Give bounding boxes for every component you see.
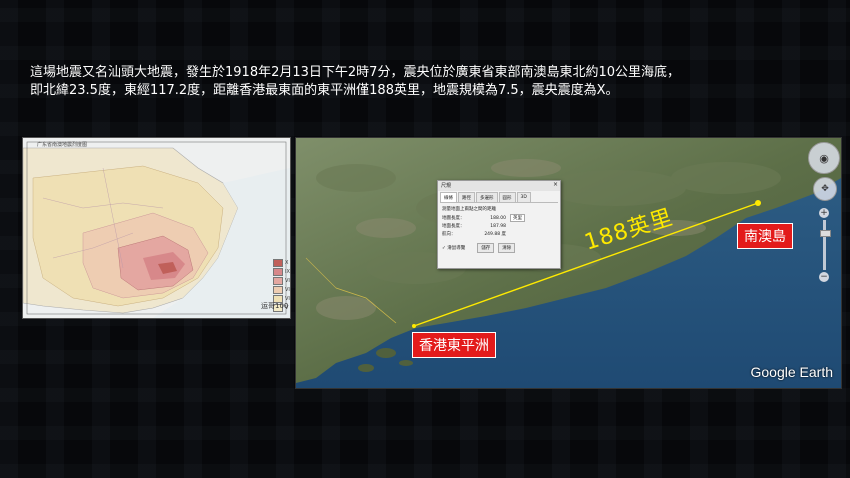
map-watermark: 运哥100 (261, 302, 289, 310)
heading-label: 航向： (442, 232, 456, 237)
legend-swatch (273, 276, 283, 285)
mouse-nav-checkbox[interactable]: ✓ 滑鼠導覽 (442, 245, 465, 251)
unit-select[interactable]: 英里 (510, 214, 525, 222)
zoom-out-button[interactable]: − (819, 272, 829, 282)
zoom-in-button[interactable]: + (819, 208, 829, 218)
ruler-footer: ✓ 滑鼠導覽 儲存 清除 (442, 243, 556, 253)
satellite-terrain (296, 138, 841, 388)
eye-icon: ◉ (819, 151, 829, 165)
ruler-tabs: 線條 路徑 多邊形 圓形 3D (440, 192, 558, 203)
heading-row: 航向： 249.88 度 (442, 231, 556, 237)
ruler-dialog-title: 尺規 (441, 183, 452, 189)
ground-length-row: 地面長度： 187.98 (442, 223, 556, 230)
legend-row: X (273, 258, 290, 267)
move-control[interactable]: ✥ (813, 177, 837, 201)
tab-3d[interactable]: 3D (516, 192, 531, 202)
legend-row: VIII (273, 276, 290, 285)
tab-path[interactable]: 路徑 (458, 192, 475, 202)
zoom-slider[interactable]: + − (819, 208, 831, 283)
ruler-dialog[interactable]: 尺規 × 線條 路徑 多邊形 圓形 3D 測量地面上兩點之間的距離 地圖長度： … (437, 180, 561, 269)
ruler-description: 測量地面上兩點之間的距離 (442, 207, 496, 212)
heading-value: 249.88 度 (484, 232, 506, 237)
legend-swatch (273, 267, 283, 276)
google-earth-view[interactable]: Google Earth (295, 137, 842, 389)
description-line-2: 即北緯23.5度，東經117.2度，距離香港最東面的東平洲僅188英里，地震規模… (30, 83, 619, 98)
ground-length-label: 地面長度： (442, 224, 465, 229)
place-label-nanao: 南澳島 (737, 223, 793, 249)
tab-polygon[interactable]: 多邊形 (476, 192, 498, 202)
mouse-nav-label: 滑鼠導覽 (447, 246, 466, 251)
legend-label: IX (285, 268, 290, 275)
ruler-dialog-titlebar[interactable]: 尺規 × (438, 181, 560, 191)
zoom-track[interactable] (819, 220, 831, 270)
place-label-tung-ping-chau: 香港東平洲 (412, 332, 496, 358)
intensity-map-drawing (23, 138, 290, 318)
map-length-label: 地圖長度： (442, 216, 465, 221)
earthquake-description: 這場地震又名汕頭大地震，發生於1918年2月13日下午2時7分，震央位於廣東省東… (30, 64, 820, 100)
save-button[interactable]: 儲存 (477, 243, 495, 253)
zoom-thumb[interactable] (819, 230, 831, 237)
tab-line[interactable]: 線條 (440, 192, 457, 202)
map-length-row: 地圖長度： 188.00 英里 (442, 214, 556, 222)
tab-circle[interactable]: 圓形 (498, 192, 516, 202)
close-icon[interactable]: × (553, 181, 558, 188)
legend-label: X (285, 259, 289, 266)
map-length-value: 188.00 (490, 215, 506, 221)
legend-row: IX (273, 267, 290, 276)
legend-swatch (273, 285, 283, 294)
legend-label: VII (285, 286, 291, 293)
clear-button[interactable]: 清除 (498, 243, 516, 253)
hand-icon: ✥ (821, 184, 829, 194)
intensity-map: 广东省南澳地震烈度图 XIXVIIIVIIVIV 运哥100 (22, 137, 291, 319)
intensity-legend: XIXVIIIVIIVIV (273, 258, 291, 312)
legend-label: VIII (285, 277, 290, 284)
ground-length-value: 187.98 (490, 223, 506, 229)
google-earth-logo: Google Earth (750, 364, 834, 380)
description-line-1: 這場地震又名汕頭大地震，發生於1918年2月13日下午2時7分，震央位於廣東省東… (30, 65, 680, 80)
legend-swatch (273, 258, 283, 267)
intensity-map-title: 广东省南澳地震烈度图 (37, 142, 88, 148)
look-around-control[interactable]: ◉ (808, 142, 840, 174)
legend-row: VII (273, 285, 291, 294)
